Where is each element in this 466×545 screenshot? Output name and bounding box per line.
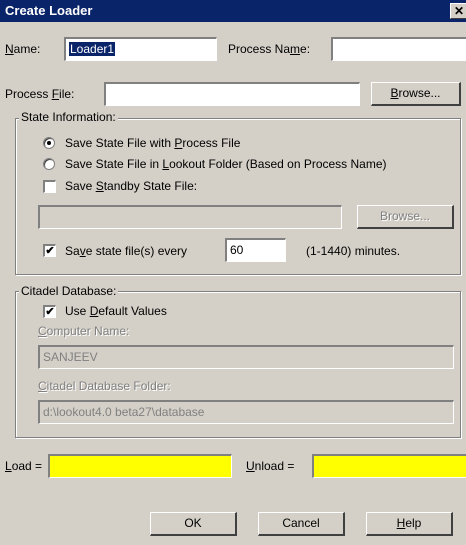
ok-button[interactable]: OK <box>150 512 237 536</box>
unload-label: Unload = <box>246 459 295 473</box>
save-every-checkbox[interactable]: ✔ <box>43 244 56 257</box>
radio-save-with-process-label: Save State File with Process File <box>65 136 241 150</box>
standby-state-file-field[interactable] <box>38 205 342 229</box>
use-default-values-checkbox[interactable]: ✔ <box>43 305 56 318</box>
state-information-title: State Information: <box>19 110 118 124</box>
radio-save-with-process[interactable] <box>43 137 55 149</box>
save-interval-field[interactable]: 60 <box>225 238 286 262</box>
process-file-field[interactable] <box>104 82 360 106</box>
computer-name-field[interactable]: SANJEEV <box>38 345 454 369</box>
save-every-label: Save state file(s) every <box>65 244 188 258</box>
save-interval-hint: (1-1440) minutes. <box>306 244 401 258</box>
standby-checkbox-label: Save Standby State File: <box>65 179 198 193</box>
citadel-folder-field[interactable]: d:\lookout4.0 beta27\database <box>38 400 454 424</box>
create-loader-dialog: Create Loader ✕ Name: Loader1 Process Na… <box>0 0 466 545</box>
process-name-label: Process Name: <box>228 42 311 56</box>
name-field[interactable]: Loader1 <box>64 37 217 61</box>
use-default-values-label: Use Default Values <box>65 304 167 318</box>
name-label: Name: <box>5 42 41 56</box>
title-bar: Create Loader ✕ <box>0 0 466 22</box>
process-file-label: Process File: <box>5 87 75 101</box>
computer-name-label: Computer Name: <box>38 324 130 338</box>
standby-browse-button[interactable]: Browse... <box>357 205 454 229</box>
load-expression-field[interactable] <box>48 454 232 478</box>
citadel-folder-label: Citadel Database Folder: <box>38 379 171 393</box>
name-value: Loader1 <box>69 42 116 56</box>
close-icon[interactable]: ✕ <box>450 3 466 19</box>
load-label: Load = <box>5 459 43 473</box>
unload-expression-field[interactable] <box>312 454 466 478</box>
standby-checkbox[interactable] <box>43 180 56 193</box>
radio-save-in-lookout-folder-label: Save State File in Lookout Folder (Based… <box>65 157 387 171</box>
cancel-button[interactable]: Cancel <box>258 512 345 536</box>
help-button[interactable]: Help <box>366 512 453 536</box>
radio-selected-dot <box>47 141 51 145</box>
process-name-field[interactable] <box>331 37 466 61</box>
citadel-database-title: Citadel Database: <box>19 284 119 298</box>
radio-save-in-lookout-folder[interactable] <box>43 158 55 170</box>
window-title: Create Loader <box>5 3 93 18</box>
browse-button[interactable]: Browse... <box>371 82 461 106</box>
